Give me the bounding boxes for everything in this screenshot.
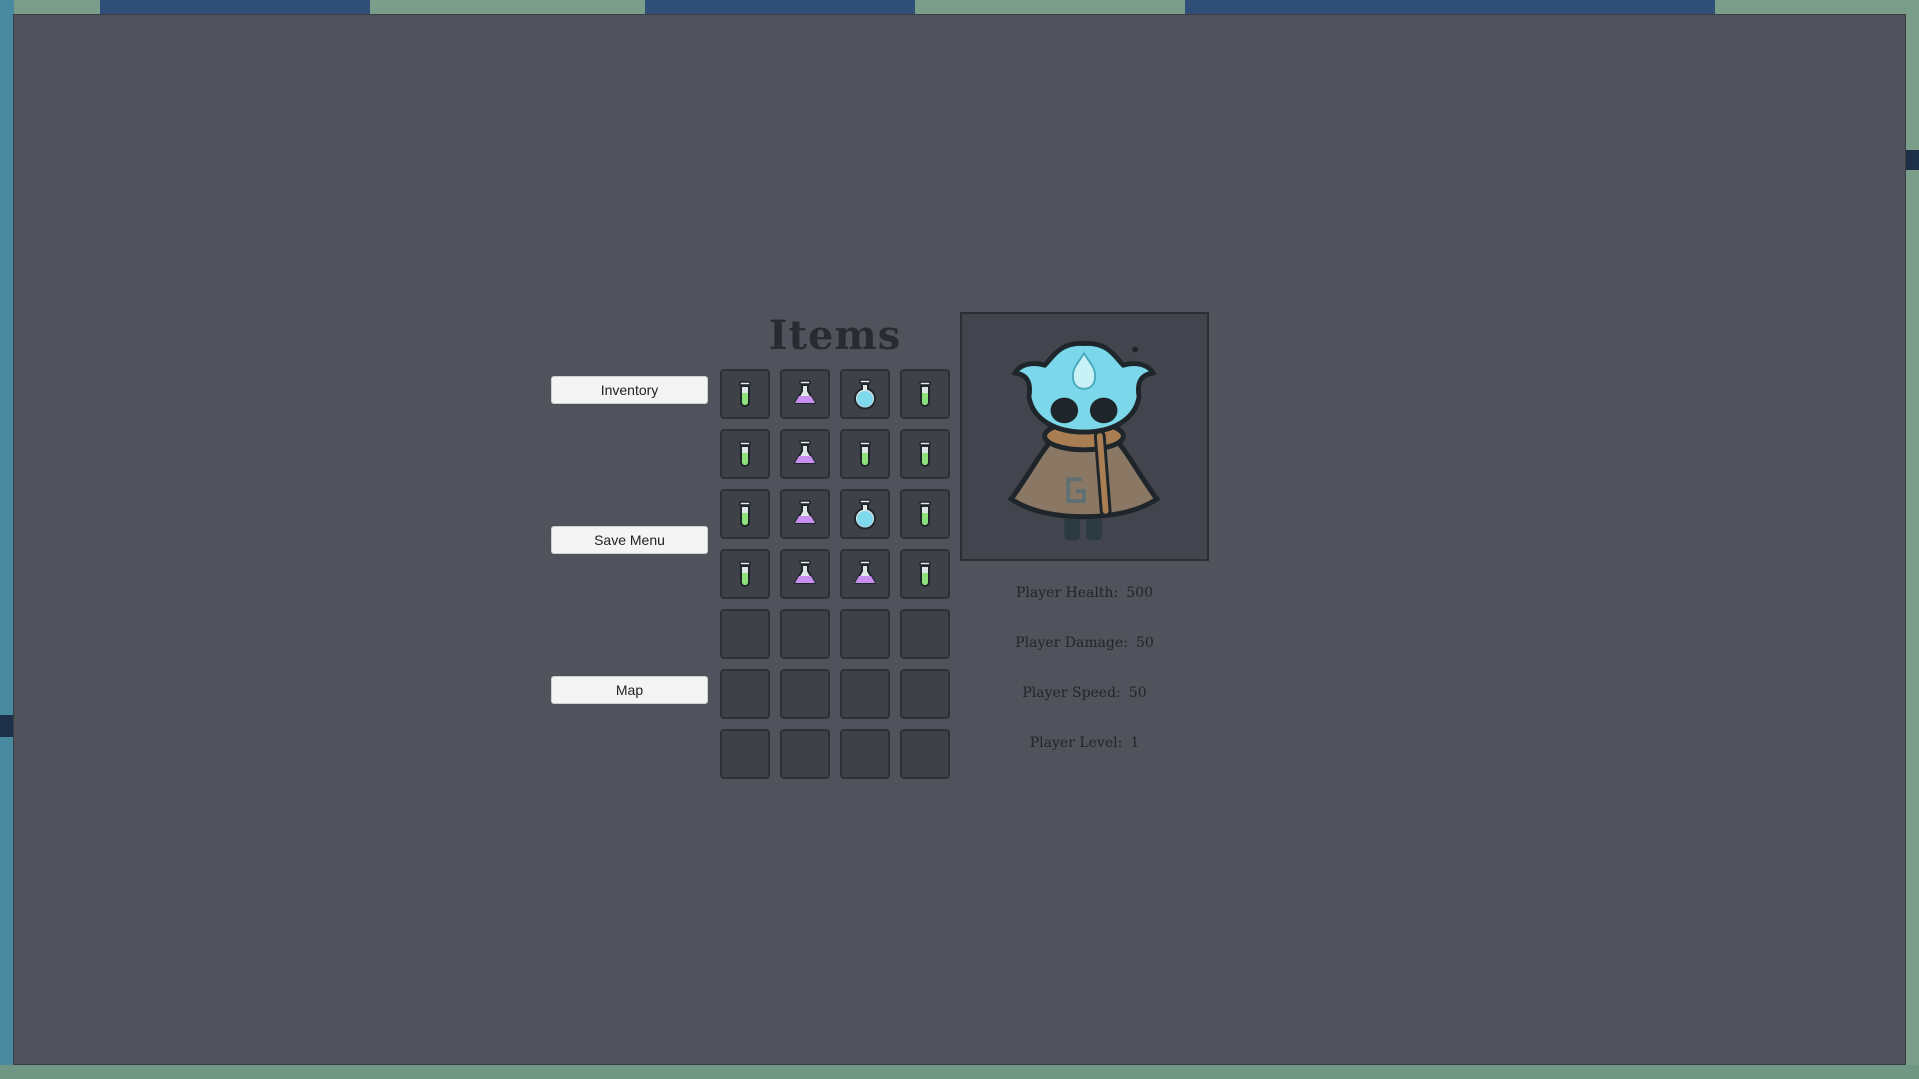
inventory-slot-empty[interactable] bbox=[780, 729, 830, 779]
inventory-slot[interactable] bbox=[840, 549, 890, 599]
inventory-slot-empty[interactable] bbox=[900, 729, 950, 779]
inventory-slot[interactable] bbox=[720, 489, 770, 539]
blue-potion-icon bbox=[847, 376, 883, 412]
inventory-slot[interactable] bbox=[900, 369, 950, 419]
green-potion-icon bbox=[727, 436, 763, 472]
inventory-slot[interactable] bbox=[720, 549, 770, 599]
inventory-slot[interactable] bbox=[780, 549, 830, 599]
inventory-slot-empty[interactable] bbox=[780, 609, 830, 659]
inventory-slot-empty[interactable] bbox=[900, 669, 950, 719]
background-tile bbox=[100, 0, 370, 14]
inventory-slot[interactable] bbox=[900, 429, 950, 479]
inventory-slot[interactable] bbox=[780, 369, 830, 419]
green-potion-icon bbox=[727, 496, 763, 532]
inventory-slot[interactable] bbox=[840, 369, 890, 419]
player-health-label: Player Health: bbox=[1016, 585, 1119, 601]
player-level-stat: Player Level: 1 bbox=[960, 735, 1209, 751]
blue-potion-icon bbox=[847, 496, 883, 532]
inventory-slot-empty[interactable] bbox=[720, 729, 770, 779]
green-potion-icon bbox=[907, 496, 943, 532]
player-speed-label: Player Speed: bbox=[1022, 685, 1121, 701]
player-character-icon bbox=[1007, 341, 1161, 541]
purple-potion-icon bbox=[787, 376, 823, 412]
inventory-slot[interactable] bbox=[900, 489, 950, 539]
background-tile bbox=[645, 0, 915, 14]
inventory-slot[interactable] bbox=[840, 489, 890, 539]
background-tile bbox=[0, 715, 13, 737]
green-potion-icon bbox=[907, 376, 943, 412]
inventory-slot[interactable] bbox=[780, 489, 830, 539]
background-tile bbox=[1455, 0, 1715, 14]
green-potion-icon bbox=[847, 436, 883, 472]
player-damage-stat: Player Damage: 50 bbox=[960, 635, 1209, 651]
inventory-slot[interactable] bbox=[780, 429, 830, 479]
inventory-slot[interactable] bbox=[840, 429, 890, 479]
player-level-label: Player Level: bbox=[1029, 735, 1123, 751]
purple-potion-icon bbox=[787, 496, 823, 532]
inventory-slot[interactable] bbox=[720, 369, 770, 419]
inventory-button[interactable]: Inventory bbox=[551, 376, 708, 404]
inventory-slot-empty[interactable] bbox=[720, 609, 770, 659]
background-world-edge bbox=[0, 0, 14, 1079]
purple-potion-icon bbox=[787, 556, 823, 592]
player-health-stat: Player Health: 500 bbox=[960, 585, 1209, 601]
items-title: Items bbox=[768, 312, 902, 359]
player-speed-stat: Player Speed: 50 bbox=[960, 685, 1209, 701]
background-tile bbox=[1906, 150, 1919, 170]
inventory-slot-empty[interactable] bbox=[840, 609, 890, 659]
save-menu-button[interactable]: Save Menu bbox=[551, 526, 708, 554]
background-tile bbox=[1185, 0, 1455, 14]
inventory-slot[interactable] bbox=[900, 549, 950, 599]
green-potion-icon bbox=[907, 436, 943, 472]
player-health-value: 500 bbox=[1126, 585, 1153, 601]
green-potion-icon bbox=[727, 376, 763, 412]
inventory-slot-empty[interactable] bbox=[780, 669, 830, 719]
purple-potion-icon bbox=[787, 436, 823, 472]
player-damage-label: Player Damage: bbox=[1015, 635, 1128, 651]
player-level-value: 1 bbox=[1130, 735, 1140, 751]
purple-potion-icon bbox=[847, 556, 883, 592]
inventory-slot-empty[interactable] bbox=[720, 669, 770, 719]
inventory-slot-empty[interactable] bbox=[900, 609, 950, 659]
player-speed-value: 50 bbox=[1128, 685, 1147, 701]
player-portrait bbox=[960, 312, 1209, 561]
green-potion-icon bbox=[907, 556, 943, 592]
green-potion-icon bbox=[727, 556, 763, 592]
inventory-slot-empty[interactable] bbox=[840, 669, 890, 719]
player-damage-value: 50 bbox=[1135, 635, 1154, 651]
inventory-slot-empty[interactable] bbox=[840, 729, 890, 779]
background-ground bbox=[0, 1065, 1919, 1079]
map-button[interactable]: Map bbox=[551, 676, 708, 704]
inventory-slot[interactable] bbox=[720, 429, 770, 479]
